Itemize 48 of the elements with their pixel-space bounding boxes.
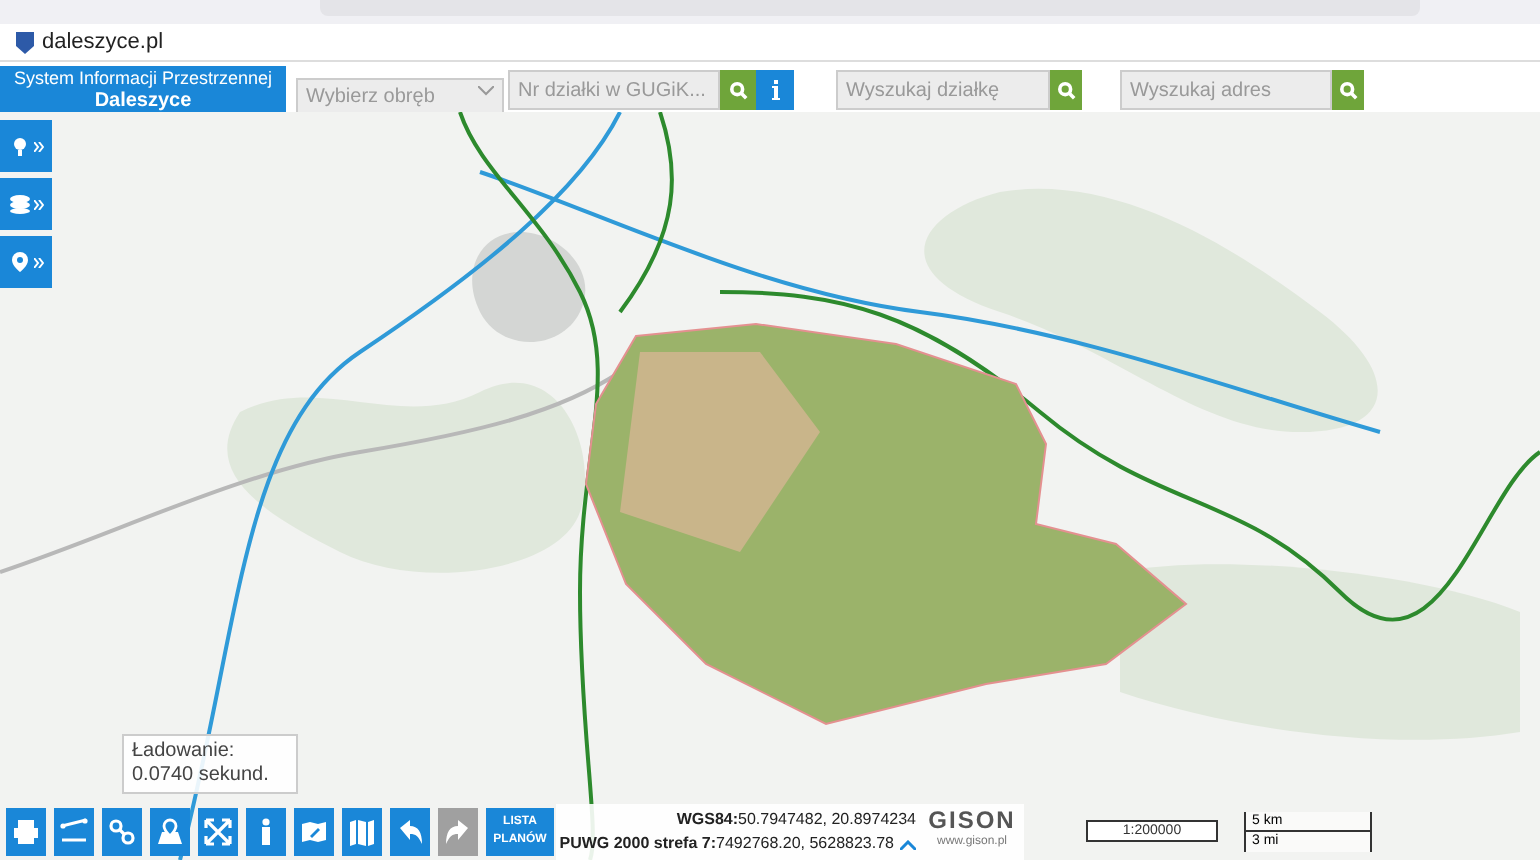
link-tool-button[interactable] <box>102 808 142 856</box>
search-button[interactable] <box>720 70 756 110</box>
info-icon <box>771 80 779 100</box>
redo-arrow-icon <box>444 818 472 846</box>
folded-map-icon <box>348 818 376 846</box>
search-button[interactable] <box>1050 70 1082 110</box>
tab-title[interactable]: daleszyce.pl <box>42 25 164 59</box>
locate-tool-button[interactable] <box>150 808 190 856</box>
map-drawing[interactable] <box>0 112 1540 860</box>
draw-tool-button[interactable] <box>294 808 334 856</box>
wgs84-coordinates: WGS84:50.7947482, 20.8974234 <box>676 808 916 832</box>
link-icon <box>108 818 136 846</box>
extent-tool-button[interactable] <box>198 808 238 856</box>
search-icon <box>1057 81 1075 99</box>
bulb-icon <box>9 136 29 156</box>
undo-arrow-icon <box>396 818 424 846</box>
search-icon <box>729 81 747 99</box>
puwg-coordinates: PUWG 2000 strefa 7:7492768.20, 5628823.78 <box>559 832 894 856</box>
loading-tooltip: Ładowanie: 0.0740 sekund. <box>122 734 298 794</box>
side-panel-button[interactable] <box>0 120 52 172</box>
map-marker-icon <box>156 818 184 846</box>
print-tool-button[interactable] <box>6 808 46 856</box>
chevron-up-icon[interactable] <box>900 839 916 849</box>
double-chevron-icon <box>33 141 43 151</box>
measure-tool-button[interactable] <box>54 808 94 856</box>
map-pencil-icon <box>300 818 328 846</box>
chevron-down-icon <box>478 86 494 96</box>
double-chevron-icon <box>33 257 43 267</box>
undo-tool-button[interactable] <box>390 808 430 856</box>
person-tool-button[interactable] <box>246 808 286 856</box>
double-chevron-icon <box>33 199 43 209</box>
parcel-search-field[interactable]: Wyszukaj działkę <box>836 70 1050 110</box>
app-title: System Informacji Przestrzennej <box>13 68 273 90</box>
logo-text: GISON <box>928 810 1016 832</box>
ruler-line-icon <box>60 818 88 846</box>
parcel-gugik-field[interactable]: Nr działki w GUGiK... <box>508 70 720 110</box>
shield-icon <box>16 31 34 53</box>
search-icon <box>1339 81 1357 99</box>
layers-icon <box>9 194 29 214</box>
side-panel-button[interactable] <box>0 178 52 230</box>
address-search-field[interactable]: Wyszukaj adres <box>1120 70 1332 110</box>
search-button[interactable] <box>1332 70 1364 110</box>
book-tool-button[interactable] <box>342 808 382 856</box>
app-subtitle: Daleszyce <box>94 90 192 112</box>
info-button[interactable] <box>756 70 794 110</box>
expand-arrows-icon <box>204 818 232 846</box>
map-pin-icon <box>9 252 29 272</box>
side-panel-button[interactable] <box>0 236 52 288</box>
